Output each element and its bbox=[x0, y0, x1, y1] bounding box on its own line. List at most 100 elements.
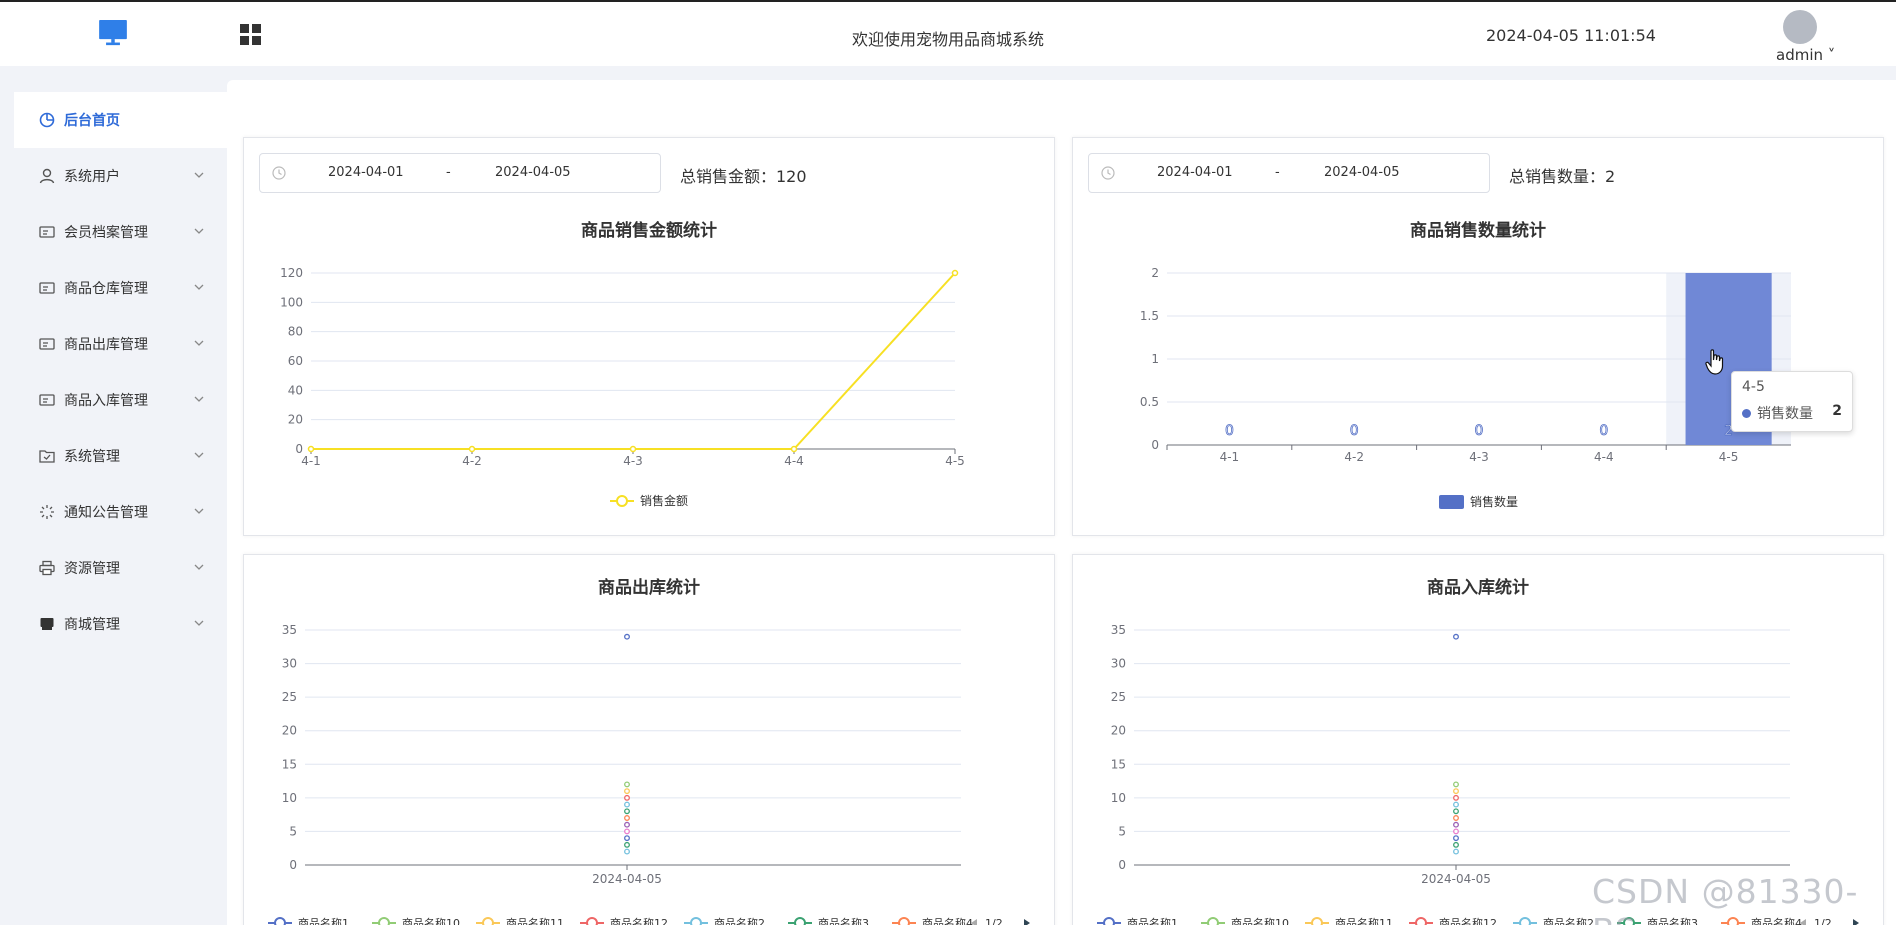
data-point bbox=[1453, 828, 1459, 835]
data-point bbox=[624, 835, 630, 842]
legend-marker bbox=[1207, 917, 1219, 925]
sidebar-item-label: 商品出库管理 bbox=[64, 337, 148, 353]
data-point bbox=[624, 821, 630, 828]
start-date[interactable]: 2024-04-01 bbox=[328, 165, 404, 180]
y-tick-label: 0 bbox=[289, 858, 297, 872]
grid-menu-icon[interactable] bbox=[240, 24, 262, 46]
legend-next-icon bbox=[1024, 919, 1030, 925]
chevron-down-icon bbox=[194, 340, 204, 346]
range-separator: - bbox=[446, 165, 451, 180]
x-tick-label: 4-1 bbox=[1220, 450, 1240, 464]
legend-marker bbox=[1439, 495, 1464, 509]
data-point bbox=[624, 841, 630, 848]
y-tick-label: 0.5 bbox=[1140, 395, 1159, 409]
x-tick-label: 4-1 bbox=[301, 454, 321, 468]
monitor-logo-icon[interactable] bbox=[96, 20, 130, 46]
y-tick-label: 0 bbox=[1118, 858, 1126, 872]
hand-cursor-icon bbox=[1705, 349, 1724, 375]
x-tick-label: 2024-04-05 bbox=[1421, 872, 1491, 886]
data-point bbox=[624, 633, 630, 640]
legend-marker bbox=[1415, 917, 1427, 925]
legend-label: 商品名称1 bbox=[298, 916, 349, 925]
sidebar-item-dashboard[interactable]: 后台首页 bbox=[14, 92, 227, 148]
data-point bbox=[1453, 788, 1459, 795]
x-tick-label: 4-4 bbox=[1594, 450, 1614, 464]
legend-label: 商品名称12 bbox=[1439, 916, 1497, 925]
data-point bbox=[1453, 781, 1459, 788]
sidebar-item-announcements[interactable]: 通知公告管理 bbox=[14, 484, 227, 540]
chart-tooltip: 4-5 销售数量 2 bbox=[1731, 371, 1853, 432]
y-tick-label: 0 bbox=[295, 442, 303, 456]
legend-label: 商品名称3 bbox=[818, 916, 869, 925]
legend-marker bbox=[690, 917, 702, 925]
end-date[interactable]: 2024-04-05 bbox=[1324, 165, 1400, 180]
sidebar-item-inbound[interactable]: 商品入库管理 bbox=[14, 372, 227, 428]
sales-amount-card: 2024-04-01 - 2024-04-05 总销售金额：120 商品销售金额… bbox=[243, 137, 1055, 536]
top-bar: 欢迎使用宠物用品商城系统 2024-04-05 11:01:54 admin ˅ bbox=[0, 0, 1896, 66]
legend-prev-icon bbox=[971, 919, 977, 925]
tooltip-value: 2 bbox=[1832, 403, 1842, 419]
y-tick-label: 5 bbox=[1118, 824, 1126, 838]
sidebar-item-warehouse[interactable]: 商品仓库管理 bbox=[14, 260, 227, 316]
data-point bbox=[951, 269, 959, 277]
clock-icon bbox=[272, 166, 286, 180]
data-point bbox=[624, 848, 630, 855]
y-tick-label: 10 bbox=[282, 791, 297, 805]
data-point bbox=[1453, 821, 1459, 828]
chart-title: 商品出库统计 bbox=[598, 578, 700, 598]
avatar[interactable] bbox=[1783, 10, 1817, 44]
check-box-icon bbox=[38, 447, 56, 465]
legend-label: 销售金额 bbox=[640, 493, 688, 508]
sales-qty-date-range[interactable]: 2024-04-01 - 2024-04-05 bbox=[1088, 153, 1490, 193]
data-point bbox=[307, 445, 315, 453]
sales-amount-line-chart: 0 20 40 60 80 100 120 4-1 4-2 4-3 4-4 4-5 销售金额 bbox=[280, 266, 965, 508]
pie-chart-icon bbox=[38, 111, 56, 129]
sidebar-item-resources[interactable]: 资源管理 bbox=[14, 540, 227, 596]
sidebar-item-system-settings[interactable]: 系统管理 bbox=[14, 428, 227, 484]
legend-page: 1/2 bbox=[985, 917, 1003, 925]
y-tick-label: 20 bbox=[1111, 724, 1126, 738]
y-tick-label: 100 bbox=[280, 295, 303, 309]
x-tick-label: 4-4 bbox=[784, 454, 804, 468]
user-menu[interactable]: admin ˅ bbox=[1776, 46, 1835, 64]
data-point bbox=[1453, 815, 1459, 821]
card-icon bbox=[38, 279, 56, 297]
outbound-stats-card: 商品出库统计 0 5 10 15 20 25 30 35 2024-04-05 商品名称1 商品名称… bbox=[243, 554, 1055, 925]
y-tick-label: 15 bbox=[282, 757, 297, 771]
sidebar-item-members[interactable]: 会员档案管理 bbox=[14, 204, 227, 260]
sidebar-item-outbound[interactable]: 商品出库管理 bbox=[14, 316, 227, 372]
data-label: 0 bbox=[1599, 423, 1608, 439]
card-icon bbox=[38, 391, 56, 409]
x-tick-label: 4-2 bbox=[462, 454, 482, 468]
legend-label: 销售数量 bbox=[1470, 494, 1518, 509]
legend-marker bbox=[1311, 917, 1323, 925]
sidebar: 后台首页 系统用户 会员档案管理 商品仓库管理 商品出库管理 商品入库管理 系统… bbox=[0, 66, 227, 925]
y-tick-label: 40 bbox=[288, 383, 303, 397]
y-tick-label: 15 bbox=[1111, 757, 1126, 771]
sidebar-item-shop[interactable]: 商城管理 bbox=[14, 596, 227, 652]
x-tick-label: 4-2 bbox=[1344, 450, 1364, 464]
sales-amount-date-range[interactable]: 2024-04-01 - 2024-04-05 bbox=[259, 153, 661, 193]
y-tick-label: 35 bbox=[282, 623, 297, 637]
loading-icon bbox=[38, 503, 56, 521]
y-tick-label: 10 bbox=[1111, 791, 1126, 805]
watermark: CSDN @81330-BS bbox=[1592, 872, 1859, 925]
sidebar-item-label: 资源管理 bbox=[64, 561, 120, 577]
legend-label: 商品名称4 bbox=[922, 916, 973, 925]
range-separator: - bbox=[1275, 165, 1280, 180]
start-date[interactable]: 2024-04-01 bbox=[1157, 165, 1233, 180]
user-icon bbox=[38, 167, 56, 185]
legend-marker bbox=[1519, 917, 1531, 925]
sidebar-item-label: 系统用户 bbox=[64, 169, 120, 185]
clock-icon bbox=[1101, 166, 1115, 180]
legend-label: 商品名称1 bbox=[1127, 916, 1178, 925]
end-date[interactable]: 2024-04-05 bbox=[495, 165, 571, 180]
data-point bbox=[1453, 808, 1459, 815]
data-point bbox=[1453, 848, 1459, 855]
sidebar-item-label: 后台首页 bbox=[64, 113, 120, 129]
chevron-down-icon bbox=[194, 284, 204, 290]
sales-qty-bar-chart: 00.511.524-1 4-2 4-3 4-4 4-50 0 0 0 2销售数量 bbox=[1140, 266, 1791, 509]
sidebar-item-system-users[interactable]: 系统用户 bbox=[14, 148, 227, 204]
data-point bbox=[468, 445, 476, 453]
legend-marker bbox=[1103, 917, 1115, 925]
